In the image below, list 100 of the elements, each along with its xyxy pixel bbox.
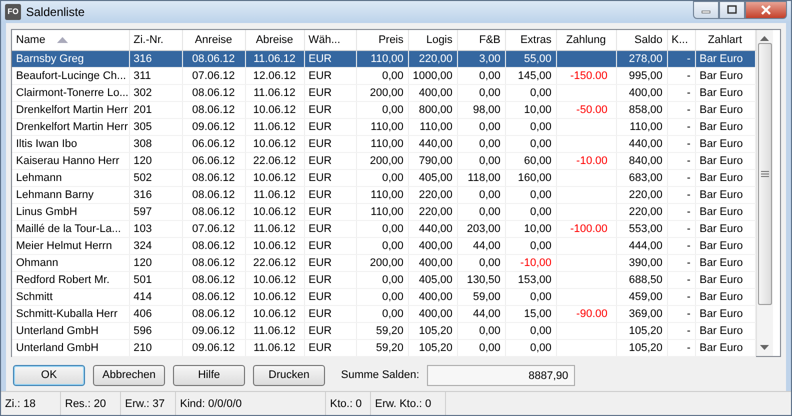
- table-cell: -10.00: [556, 152, 616, 169]
- table-cell: Bar Euro: [695, 67, 755, 84]
- column-header[interactable]: F&B: [457, 30, 505, 50]
- dialog-button[interactable]: Hilfe: [173, 365, 245, 386]
- dialog-button[interactable]: Drucken: [253, 365, 325, 386]
- table-cell: 08.06.12: [182, 203, 245, 220]
- table-cell: Bar Euro: [695, 339, 755, 356]
- table-cell: -: [667, 271, 695, 288]
- column-header[interactable]: K...: [667, 30, 695, 50]
- table-cell: 07.06.12: [182, 220, 245, 237]
- minimize-button[interactable]: [693, 1, 719, 19]
- column-header[interactable]: Zahlart: [695, 30, 755, 50]
- table-cell: EUR: [304, 186, 356, 203]
- table-cell: 110,00: [356, 186, 408, 203]
- column-header[interactable]: Saldo: [616, 30, 667, 50]
- table-cell: 07.06.12: [182, 67, 245, 84]
- table-cell: Bar Euro: [695, 101, 755, 118]
- table-cell: Clairmont-Tonerre Lo...: [12, 84, 129, 101]
- table-cell: 10,00: [505, 101, 556, 118]
- table-cell: Bar Euro: [695, 271, 755, 288]
- status-text: Erw.: 37: [121, 392, 176, 415]
- table-cell: 0,00: [457, 186, 505, 203]
- table-cell: 130,50: [457, 271, 505, 288]
- maximize-button[interactable]: [719, 1, 745, 19]
- table-cell: 10.06.12: [245, 237, 304, 254]
- table-cell: 308: [129, 135, 182, 152]
- scrollbar[interactable]: [756, 30, 772, 356]
- table-cell: 390,00: [616, 254, 667, 271]
- table-cell: 683,00: [616, 169, 667, 186]
- column-header[interactable]: Name: [12, 30, 129, 50]
- table-cell: 400,00: [408, 305, 457, 322]
- table-cell: 302: [129, 84, 182, 101]
- table-cell: 59,00: [457, 288, 505, 305]
- column-header[interactable]: Logis: [408, 30, 457, 50]
- table-cell: -: [667, 101, 695, 118]
- table-cell: 08.06.12: [182, 84, 245, 101]
- table-cell: 210: [129, 339, 182, 356]
- table-cell: 06.06.12: [182, 152, 245, 169]
- table-cell: Lehmann Barny: [12, 186, 129, 203]
- table-cell: 858,00: [616, 101, 667, 118]
- column-header[interactable]: Zahlung: [556, 30, 616, 50]
- table-cell: 400,00: [616, 84, 667, 101]
- table-cell: 22.06.12: [245, 254, 304, 271]
- table-cell: Unterland GmbH: [12, 339, 129, 356]
- table-cell: -: [667, 339, 695, 356]
- table-cell: 10.06.12: [245, 135, 304, 152]
- table-cell: 400,00: [408, 237, 457, 254]
- scroll-up-icon[interactable]: [760, 36, 769, 41]
- table-cell: 153,00: [505, 271, 556, 288]
- table-cell: EUR: [304, 339, 356, 356]
- table-cell: 553,00: [616, 220, 667, 237]
- table-cell: 324: [129, 237, 182, 254]
- table-cell: 596: [129, 322, 182, 339]
- table-cell: 110,00: [408, 118, 457, 135]
- table-cell: 0,00: [356, 305, 408, 322]
- table-cell: -10,00: [505, 254, 556, 271]
- table-cell: 597: [129, 203, 182, 220]
- column-header[interactable]: Anreise: [182, 30, 245, 50]
- window-title: Saldenliste: [26, 4, 85, 21]
- table-cell: 0,00: [356, 288, 408, 305]
- table-cell: 220,00: [408, 203, 457, 220]
- close-icon: [760, 5, 772, 15]
- table-cell: -: [667, 322, 695, 339]
- column-header[interactable]: Extras: [505, 30, 556, 50]
- table-cell: Bar Euro: [695, 254, 755, 271]
- table-cell: 103: [129, 220, 182, 237]
- table-cell: 11.06.12: [245, 84, 304, 101]
- dialog-button[interactable]: OK: [13, 365, 85, 386]
- table-cell: 220,00: [616, 186, 667, 203]
- dialog-button[interactable]: Abbrechen: [93, 365, 165, 386]
- table-cell: -: [667, 305, 695, 322]
- table-cell: 400,00: [408, 254, 457, 271]
- table-cell: Barnsby Greg: [12, 50, 129, 67]
- table-cell: 44,00: [457, 305, 505, 322]
- table-cell: 60,00: [505, 152, 556, 169]
- table-cell: -: [667, 50, 695, 67]
- column-header[interactable]: Wäh...: [304, 30, 356, 50]
- table-cell: 995,00: [616, 67, 667, 84]
- table-cell: 0,00: [457, 67, 505, 84]
- table-cell: 105,20: [408, 339, 457, 356]
- table-cell: 10.06.12: [245, 271, 304, 288]
- table-cell: Ohmann: [12, 254, 129, 271]
- scroll-down-icon[interactable]: [760, 345, 769, 350]
- table-cell: 120: [129, 152, 182, 169]
- table-cell: Linus GmbH: [12, 203, 129, 220]
- column-header[interactable]: Preis: [356, 30, 408, 50]
- close-button[interactable]: [745, 1, 787, 19]
- table-cell: 0,00: [356, 220, 408, 237]
- table-cell: 220,00: [408, 50, 457, 67]
- table-cell: EUR: [304, 101, 356, 118]
- table-cell: 688,50: [616, 271, 667, 288]
- table-cell: 09.06.12: [182, 118, 245, 135]
- scroll-thumb[interactable]: [758, 43, 772, 305]
- total-label: Summe Salden:: [341, 368, 420, 384]
- column-header[interactable]: Abreise: [245, 30, 304, 50]
- table-cell: Kaiserau Hanno Herr: [12, 152, 129, 169]
- column-header[interactable]: Zi.-Nr.: [129, 30, 182, 50]
- table-cell: 11.06.12: [245, 118, 304, 135]
- table-cell: 08.06.12: [182, 50, 245, 67]
- table-cell: 0,00: [505, 339, 556, 356]
